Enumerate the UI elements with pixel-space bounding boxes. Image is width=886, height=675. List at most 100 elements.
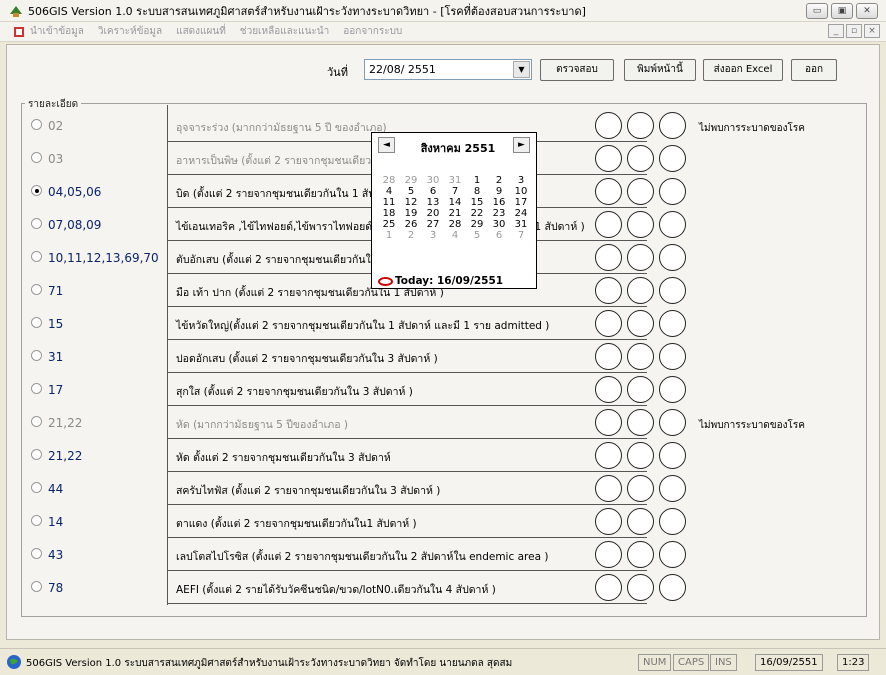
menu-import[interactable]: นำเข้าข้อมูล (30, 24, 84, 39)
disease-row[interactable]: 17 สุกใส (ตั้งแต่ 2 รายจากชุมชนเดียวกันใน… (23, 373, 863, 406)
prev-month-button[interactable]: ◄ (378, 137, 395, 153)
calendar-day[interactable]: 12 (400, 197, 422, 208)
disease-row[interactable]: 31 ปอดอักเสบ (ตั้งแต่ 2 รายจากชุมชนเดียวก… (23, 340, 863, 373)
calendar-day[interactable]: 13 (422, 197, 444, 208)
calendar-day[interactable]: 28 (444, 219, 466, 230)
calendar-day[interactable]: 31 (444, 175, 466, 186)
status-circle-3 (659, 475, 686, 502)
calendar-day[interactable]: 27 (422, 219, 444, 230)
calendar-day[interactable]: 1 (378, 230, 400, 241)
minimize-button[interactable]: ▭ (806, 3, 828, 19)
calendar-day[interactable]: 19 (400, 208, 422, 219)
row-radio[interactable] (31, 449, 42, 460)
row-radio[interactable] (31, 152, 42, 163)
row-radio[interactable] (31, 119, 42, 130)
calendar-day[interactable]: 4 (378, 186, 400, 197)
client-area: วันที่ 22/08/ 2551 ▼ ตรวจสอบ พิมพ์หน้านี… (6, 44, 880, 640)
disease-code: 78 (48, 581, 64, 595)
menu-map[interactable]: แสดงแผนที่ (176, 24, 226, 39)
mdi-close-button[interactable]: × (864, 24, 880, 38)
row-radio[interactable] (31, 515, 42, 526)
calendar-day[interactable]: 2 (400, 230, 422, 241)
calendar-day[interactable]: 4 (444, 230, 466, 241)
disease-row[interactable]: 21,22 หัด ตั้งแต่ 2 รายจากชุมชนเดียวกันใน… (23, 439, 863, 472)
row-radio[interactable] (31, 416, 42, 427)
row-note: ไม่พบการระบาดของโรค (699, 420, 805, 431)
calendar-day[interactable]: 25 (378, 219, 400, 230)
calendar-day[interactable]: 30 (422, 175, 444, 186)
calendar-day[interactable]: 5 (466, 230, 488, 241)
disease-criteria: หัด ตั้งแต่ 2 รายจากชุมชนเดียวกันใน 3 สั… (176, 452, 391, 464)
calendar-day[interactable]: 1 (466, 175, 488, 186)
print-button[interactable]: พิมพ์หน้านี้ (624, 59, 696, 81)
status-circle-1 (595, 244, 622, 271)
close-button[interactable]: ✕ (856, 3, 878, 19)
disease-criteria: หัด (มากกว่ามัธยฐาน 5 ปีของอำเภอ ) (176, 419, 348, 431)
menu-analyze[interactable]: วิเคราะห์ข้อมูล (98, 24, 162, 39)
calendar-day[interactable]: 17 (510, 197, 532, 208)
calendar-day[interactable]: 9 (488, 186, 510, 197)
calendar-day[interactable]: 18 (378, 208, 400, 219)
calendar-day[interactable]: 16 (488, 197, 510, 208)
row-radio[interactable] (31, 482, 42, 493)
today-link[interactable]: Today: 16/09/2551 (378, 275, 503, 287)
calendar-day[interactable]: 20 (422, 208, 444, 219)
check-button[interactable]: ตรวจสอบ (540, 59, 614, 81)
menu-help[interactable]: ช่วยเหลือและแนะนำ (240, 24, 329, 39)
mdi-minimize-button[interactable]: _ (828, 24, 844, 38)
row-radio[interactable] (31, 383, 42, 394)
row-radio[interactable] (31, 548, 42, 559)
disease-criteria: ตาแดง (ตั้งแต่ 2 รายจากชุมชนเดียวกันใน1 … (176, 518, 417, 530)
calendar-day[interactable]: 7 (444, 186, 466, 197)
exit-button[interactable]: ออก (791, 59, 837, 81)
calendar-day[interactable]: 22 (466, 208, 488, 219)
row-radio[interactable] (31, 218, 42, 229)
row-radio[interactable] (31, 350, 42, 361)
date-picker[interactable]: 22/08/ 2551 ▼ (364, 59, 532, 80)
calendar-day[interactable]: 23 (488, 208, 510, 219)
row-radio[interactable] (31, 317, 42, 328)
calendar-day[interactable]: 14 (444, 197, 466, 208)
calendar-day[interactable]: 3 (510, 175, 532, 186)
calendar-popup[interactable]: ◄ สิงหาคม 2551 ► 28 29 30 31 1 2 3 4 5 6 7 8 9 10 11 12… (371, 132, 537, 289)
calendar-day[interactable]: 21 (444, 208, 466, 219)
menu-exit[interactable]: ออกจากระบบ (343, 24, 402, 39)
calendar-day[interactable]: 3 (422, 230, 444, 241)
date-value: 22/08/ 2551 (369, 63, 436, 76)
disease-row[interactable]: 14 ตาแดง (ตั้งแต่ 2 รายจากชุมชนเดียวกันใน… (23, 505, 863, 538)
disease-row[interactable]: 43 เลปโตสไปโรซิส (ตั้งแต่ 2 รายจากชุมชนเด… (23, 538, 863, 571)
row-radio[interactable] (31, 581, 42, 592)
calendar-day[interactable]: 10 (510, 186, 532, 197)
calendar-day[interactable]: 11 (378, 197, 400, 208)
calendar-day[interactable]: 2 (488, 175, 510, 186)
calendar-day[interactable]: 8 (466, 186, 488, 197)
calendar-day[interactable]: 29 (466, 219, 488, 230)
calendar-day[interactable]: 26 (400, 219, 422, 230)
calendar-day[interactable]: 24 (510, 208, 532, 219)
calendar-day[interactable]: 29 (400, 175, 422, 186)
status-circle-2 (627, 442, 654, 469)
calendar-day[interactable]: 6 (488, 230, 510, 241)
disease-row[interactable]: 44 สครับไทฟัส (ตั้งแต่ 2 รายจากชุมชนเดียว… (23, 472, 863, 505)
status-circle-3 (659, 145, 686, 172)
app-icon (10, 5, 22, 17)
calendar-day[interactable]: 6 (422, 186, 444, 197)
calendar-day[interactable]: 15 (466, 197, 488, 208)
calendar-day[interactable]: 7 (510, 230, 532, 241)
status-bar: 506GIS Version 1.0 ระบบสารสนเทศภูมิศาสตร… (0, 648, 886, 675)
row-radio[interactable] (31, 185, 42, 196)
row-radio[interactable] (31, 251, 42, 262)
calendar-day[interactable]: 5 (400, 186, 422, 197)
maximize-button[interactable]: ▣ (831, 3, 853, 19)
export-excel-button[interactable]: ส่งออก Excel (703, 59, 783, 81)
mdi-restore-button[interactable]: ▫ (846, 24, 862, 38)
disease-row[interactable]: 15 ไข้หวัดใหญ่(ตั้งแต่ 2 รายจากชุมชนเดียว… (23, 307, 863, 340)
disease-row[interactable]: 21,22 หัด (มากกว่ามัธยฐาน 5 ปีของอำเภอ ) ไ… (23, 406, 863, 439)
calendar-day[interactable]: 30 (488, 219, 510, 230)
disease-row[interactable]: 78 AEFI (ตั้งแต่ 2 รายได้รับวัคซีนชนิด/ขว… (23, 571, 863, 604)
calendar-day[interactable]: 28 (378, 175, 400, 186)
chevron-down-icon[interactable]: ▼ (513, 61, 530, 78)
calendar-day[interactable]: 31 (510, 219, 532, 230)
row-radio[interactable] (31, 284, 42, 295)
next-month-button[interactable]: ► (513, 137, 530, 153)
